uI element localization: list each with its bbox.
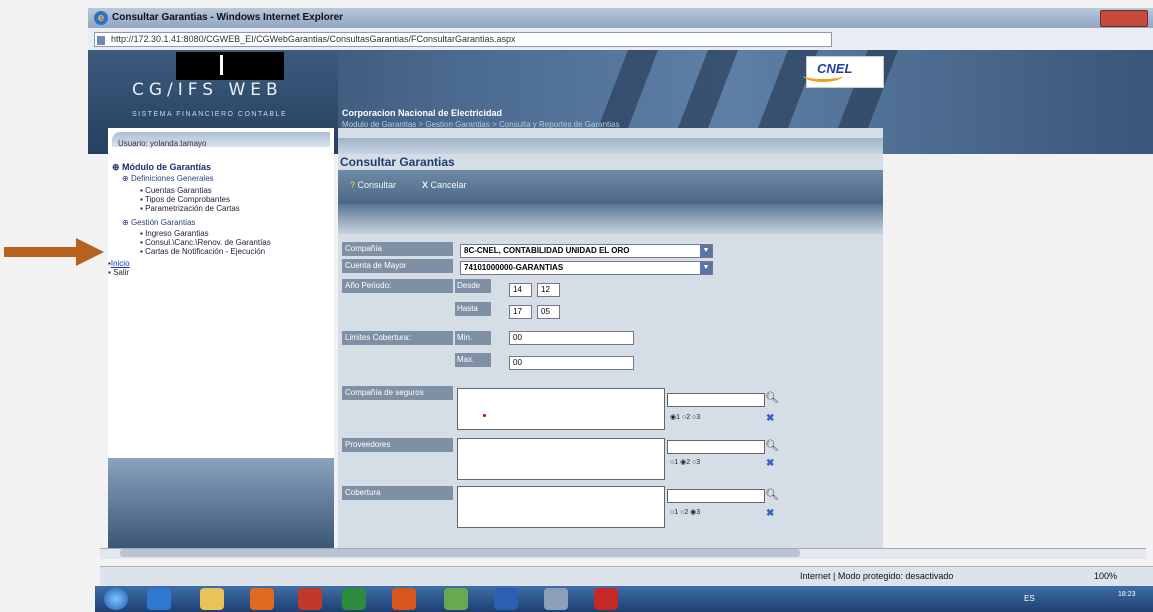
anio-label: Año Periodo:: [342, 279, 453, 293]
min-label: Min.: [455, 331, 491, 345]
folder-icon[interactable]: [200, 588, 224, 610]
page-title: Consultar Garantias: [340, 155, 455, 169]
page-icon: [97, 36, 105, 45]
window-titlebar: e Consultar Garantias - Windows Internet…: [88, 8, 1153, 28]
app-name: CG/IFS WEB: [132, 80, 283, 100]
max-label: Max.: [455, 353, 491, 367]
help-icon: ?: [350, 180, 356, 190]
cnel-logo-text: CNEL: [817, 61, 853, 76]
seguros-list[interactable]: [457, 388, 665, 430]
form-band: [338, 204, 883, 234]
toolbar: ? Consultar X Cancelar: [338, 170, 883, 204]
zoom-level[interactable]: 100%: [1094, 571, 1117, 581]
cobertura-radios[interactable]: ○1 ○2 ◉3: [670, 508, 700, 516]
proveedores-radios[interactable]: ○1 ◉2 ○3: [670, 458, 700, 466]
consultar-button[interactable]: ? Consultar: [350, 180, 396, 190]
clear-icon[interactable]: ✖: [766, 509, 776, 519]
cnel-logo: CNEL: [803, 56, 884, 88]
app-icon[interactable]: [444, 588, 468, 610]
search-icon[interactable]: 🔍︎: [765, 392, 779, 404]
compania-label: Compañía: [342, 242, 453, 256]
proveedores-search-input[interactable]: [667, 440, 765, 454]
cobertura-list[interactable]: [457, 486, 665, 528]
limites-label: Limites Cobertura:: [342, 331, 453, 345]
tree-item-tipos[interactable]: ▪ Tipos de Comprobantes: [140, 195, 230, 204]
status-text: Internet | Modo protegido: desactivado: [800, 571, 954, 581]
chevron-down-icon[interactable]: ▼: [700, 245, 712, 257]
tree-item-cartas[interactable]: ▪ Cartas de Notificación - Ejecución: [140, 247, 265, 256]
hasta-input-b[interactable]: 05: [537, 305, 560, 319]
url-field[interactable]: http://172.30.1.41:8080/CGWEB_EI/CGWebGa…: [94, 32, 832, 47]
nav-salir[interactable]: ▪ Salir: [108, 268, 129, 277]
desde-label: Desde: [455, 279, 491, 293]
proveedores-label: Proveedores: [342, 438, 453, 452]
clear-icon[interactable]: ✖: [766, 414, 776, 424]
excel-icon[interactable]: [342, 588, 366, 610]
hasta-input-a[interactable]: 17: [509, 305, 532, 319]
app-subtitle: SISTEMA FINANCIERO CONTABLE: [132, 111, 288, 118]
firefox-icon[interactable]: [392, 588, 416, 610]
cuenta-select[interactable]: 74101000000-GARANTIAS ▼: [460, 261, 713, 275]
word-icon[interactable]: [494, 588, 518, 610]
status-bar: [100, 566, 1153, 587]
company-name: Corporacion Nacional de Electricidad: [342, 108, 503, 118]
sidebar-footer: [108, 458, 334, 548]
search-icon[interactable]: 🔍︎: [765, 489, 779, 501]
chevron-down-icon[interactable]: ▼: [700, 262, 712, 274]
tree-item-parametrizacion[interactable]: ▪ Parametrización de Cartas: [140, 204, 240, 213]
media-icon[interactable]: [298, 588, 322, 610]
redacted-box: [176, 52, 284, 80]
tree-item-consul[interactable]: ▪ Consul.\Canc.\Renov. de Garantías: [140, 238, 271, 247]
tree-gestion[interactable]: ⊕ Gestión Garantias: [122, 218, 195, 227]
seguros-label: Compañía de seguros: [342, 386, 453, 400]
cobertura-label: Cobertura: [342, 486, 453, 500]
search-icon[interactable]: 🔍︎: [765, 440, 779, 452]
language-indicator[interactable]: ES: [1024, 594, 1035, 603]
arrow-annotation: [4, 238, 104, 266]
cuenta-label: Cuenta de Mayor: [342, 259, 453, 273]
compania-select[interactable]: 8C-CNEL, CONTABILIDAD UNIDAD EL ORO ▼: [460, 244, 713, 258]
min-input[interactable]: 00: [509, 331, 634, 345]
start-button[interactable]: [104, 588, 128, 610]
address-bar: http://172.30.1.41:8080/CGWEB_EI/CGWebGa…: [88, 28, 1153, 51]
seguros-search-input[interactable]: [667, 393, 765, 407]
nav-inicio[interactable]: ▪Inicio: [108, 259, 130, 268]
ie-taskbar-icon[interactable]: [147, 588, 171, 610]
cancel-icon: X: [422, 180, 429, 190]
proveedores-list[interactable]: [457, 438, 665, 480]
module-title[interactable]: ⊕ Módulo de Garantías: [112, 162, 211, 173]
cancelar-button[interactable]: X Cancelar: [422, 180, 467, 190]
ie-icon: e: [94, 11, 108, 25]
hasta-label: Hasta: [455, 302, 491, 316]
window-title: Consultar Garantias - Windows Internet E…: [112, 12, 344, 23]
tree-item-ingreso[interactable]: ▪ Ingreso Garantias: [140, 229, 209, 238]
seguros-radios[interactable]: ◉1 ○2 ○3: [670, 413, 700, 421]
user-label: Usuario: yolanda.tamayo: [118, 139, 207, 148]
breadcrumb: Modulo de Garantias > Gestion Garantias …: [342, 120, 620, 129]
scrollbar-thumb[interactable]: [120, 549, 800, 557]
desde-input-a[interactable]: 14: [509, 283, 532, 297]
tree-definiciones[interactable]: ⊕ Definiciones Generales: [122, 174, 214, 183]
pdf-icon[interactable]: [594, 588, 618, 610]
desde-input-b[interactable]: 12: [537, 283, 560, 297]
close-button[interactable]: [1100, 10, 1148, 27]
clock[interactable]: 18:23: [1118, 590, 1136, 599]
cobertura-search-input[interactable]: [667, 489, 765, 503]
header-band: [338, 138, 883, 154]
window-icon[interactable]: [544, 588, 568, 610]
max-input[interactable]: 00: [509, 356, 634, 370]
tree-item-cuentas[interactable]: ▪ Cuentas Garantias: [140, 186, 212, 195]
chrome-icon[interactable]: [250, 588, 274, 610]
clear-icon[interactable]: ✖: [766, 459, 776, 469]
